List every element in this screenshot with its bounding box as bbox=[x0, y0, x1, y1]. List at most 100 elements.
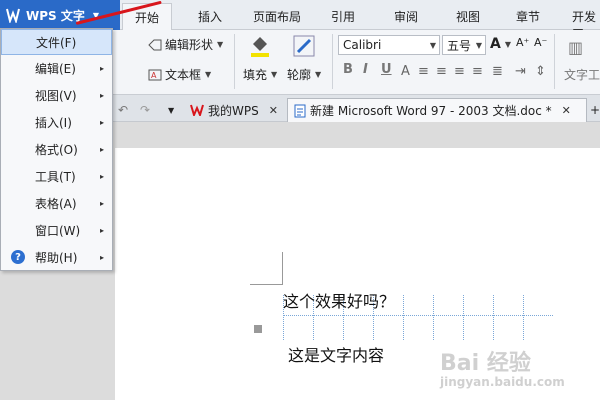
table-move-handle[interactable] bbox=[254, 325, 262, 333]
watermark-brand: Bai 经验 bbox=[440, 351, 531, 376]
outline-button[interactable]: 轮廓 ▼ bbox=[287, 66, 321, 83]
menu-item-label: 工具(T) bbox=[35, 169, 76, 184]
submenu-arrow-icon: ▸ bbox=[99, 198, 104, 208]
chevron-down-icon: ▼ bbox=[271, 70, 278, 79]
fill-icon[interactable] bbox=[248, 34, 272, 58]
chevron-down-icon: ▼ bbox=[315, 70, 322, 79]
redo-icon[interactable]: ↷ bbox=[140, 98, 150, 122]
table-grid-line bbox=[463, 295, 464, 340]
menu-item-insert[interactable]: 插入(I) ▸ bbox=[1, 109, 112, 135]
submenu-arrow-icon: ▸ bbox=[99, 252, 104, 262]
line-spacing-icon[interactable]: ⇕ bbox=[535, 64, 546, 79]
chevron-down-icon: ▼ bbox=[475, 41, 482, 50]
tab-my-wps-label: 我的WPS bbox=[208, 103, 259, 118]
align-right-icon[interactable]: ≡ bbox=[454, 64, 465, 79]
align-left-icon[interactable]: ≡ bbox=[418, 64, 429, 79]
indent-icon[interactable]: ⇥ bbox=[515, 64, 526, 79]
submenu-arrow-icon: ▸ bbox=[99, 63, 104, 73]
ribbon-divider bbox=[234, 34, 235, 89]
tab-active-document[interactable]: 新建 Microsoft Word 97 - 2003 文档.doc * ✕ bbox=[287, 98, 587, 122]
menu-item-label: 表格(A) bbox=[35, 196, 77, 211]
menu-item-label: 编辑(E) bbox=[35, 61, 76, 76]
document-line-1[interactable]: 这个效果好吗？ bbox=[283, 288, 395, 312]
watermark: Bai 经验 jingyan.baidu.com bbox=[440, 345, 565, 389]
help-icon: ? bbox=[11, 250, 25, 264]
outline-label: 轮廓 bbox=[287, 68, 312, 82]
text-tool-label: 文字工 bbox=[564, 68, 600, 82]
bold-button[interactable]: B bbox=[343, 62, 353, 77]
submenu-arrow-icon: ▸ bbox=[99, 144, 104, 154]
tab-view[interactable]: 视图 bbox=[456, 8, 480, 25]
text-tool-icon[interactable]: ▥ bbox=[568, 38, 583, 57]
menu-item-table[interactable]: 表格(A) ▸ bbox=[1, 190, 112, 216]
wps-logo-icon bbox=[190, 104, 204, 116]
grow-font-button[interactable]: A⁺ bbox=[516, 36, 529, 49]
menu-item-view[interactable]: 视图(V) ▸ bbox=[1, 82, 112, 108]
font-color-button[interactable]: A ▼ bbox=[490, 36, 511, 52]
textbox-label: 文本框 bbox=[165, 68, 202, 82]
table-grid-line bbox=[433, 295, 434, 340]
svg-text:A: A bbox=[151, 71, 157, 80]
submenu-arrow-icon: ▸ bbox=[99, 225, 104, 235]
align-center-icon[interactable]: ≡ bbox=[436, 64, 447, 79]
edit-shape-button[interactable]: 编辑形状 ▼ bbox=[148, 36, 223, 53]
menu-item-label: 文件(F) bbox=[36, 35, 77, 50]
chevron-down-icon: ▼ bbox=[429, 41, 436, 50]
tab-references[interactable]: 引用 bbox=[331, 8, 355, 25]
tab-review[interactable]: 审阅 bbox=[394, 8, 418, 25]
textbox-button[interactable]: A 文本框 ▼ bbox=[148, 66, 211, 83]
tab-insert[interactable]: 插入 bbox=[198, 8, 222, 25]
margin-corner-mark bbox=[282, 252, 283, 285]
document-icon bbox=[294, 104, 306, 117]
menu-item-file[interactable]: 文件(F) bbox=[1, 29, 112, 55]
text-effect-button[interactable]: A bbox=[401, 64, 410, 79]
tab-page-layout[interactable]: 页面布局 bbox=[253, 8, 301, 25]
font-color-icon: A bbox=[490, 36, 501, 52]
active-document-label: 新建 Microsoft Word 97 - 2003 文档.doc * bbox=[310, 104, 552, 118]
submenu-arrow-icon: ▸ bbox=[99, 117, 104, 127]
italic-button[interactable]: I bbox=[363, 62, 368, 77]
tab-my-wps[interactable]: 我的WPS ✕ bbox=[190, 98, 278, 122]
menu-item-label: 格式(O) bbox=[35, 142, 78, 157]
document-line-2[interactable]: 这是文字内容 bbox=[288, 342, 384, 366]
chevron-down-icon[interactable]: ▼ bbox=[168, 98, 174, 122]
table-grid-line bbox=[493, 295, 494, 340]
margin-corner-mark bbox=[250, 284, 283, 285]
menu-item-tools[interactable]: 工具(T) ▸ bbox=[1, 163, 112, 189]
table-grid-line bbox=[523, 295, 524, 340]
submenu-arrow-icon: ▸ bbox=[99, 171, 104, 181]
distribute-icon[interactable]: ≣ bbox=[492, 64, 503, 79]
font-name-value: Calibri bbox=[343, 38, 382, 52]
close-icon[interactable]: ✕ bbox=[562, 104, 571, 117]
edit-shape-icon bbox=[148, 39, 162, 50]
menu-item-label: 插入(I) bbox=[35, 115, 72, 130]
menu-item-help[interactable]: ? 帮助(H) ▸ bbox=[1, 244, 112, 270]
menu-item-label: 帮助(H) bbox=[35, 250, 78, 265]
text-tool-button[interactable]: 文字工 bbox=[564, 66, 600, 83]
tab-chapter[interactable]: 章节 bbox=[516, 8, 540, 25]
undo-icon[interactable]: ↶ bbox=[118, 98, 128, 122]
chevron-down-icon: ▼ bbox=[205, 70, 212, 79]
outline-icon[interactable] bbox=[292, 34, 316, 58]
menu-item-label: 窗口(W) bbox=[35, 223, 81, 238]
textbox-icon: A bbox=[148, 69, 162, 80]
menu-item-format[interactable]: 格式(O) ▸ bbox=[1, 136, 112, 162]
wps-logo-icon bbox=[6, 8, 20, 23]
table-grid-line bbox=[283, 315, 553, 316]
close-icon[interactable]: ✕ bbox=[269, 104, 278, 117]
edit-shape-label: 编辑形状 bbox=[165, 38, 214, 52]
menu-item-label: 视图(V) bbox=[35, 88, 77, 103]
fill-button[interactable]: 填充 ▼ bbox=[243, 66, 277, 83]
shrink-font-button[interactable]: A⁻ bbox=[534, 36, 547, 49]
font-size-value: 五号 bbox=[447, 38, 472, 53]
justify-icon[interactable]: ≡ bbox=[472, 64, 483, 79]
new-tab-icon[interactable]: + bbox=[590, 98, 600, 122]
ribbon-divider bbox=[332, 34, 333, 89]
table-grid-line bbox=[403, 295, 404, 340]
font-name-select[interactable]: Calibri ▼ bbox=[338, 35, 440, 55]
menu-item-window[interactable]: 窗口(W) ▸ bbox=[1, 217, 112, 243]
app-dropdown-menu: 文件(F) 编辑(E) ▸ 视图(V) ▸ 插入(I) ▸ 格式(O) ▸ 工具… bbox=[0, 28, 113, 271]
font-size-select[interactable]: 五号 ▼ bbox=[442, 35, 486, 55]
menu-item-edit[interactable]: 编辑(E) ▸ bbox=[1, 55, 112, 81]
underline-button[interactable]: U bbox=[381, 62, 392, 77]
